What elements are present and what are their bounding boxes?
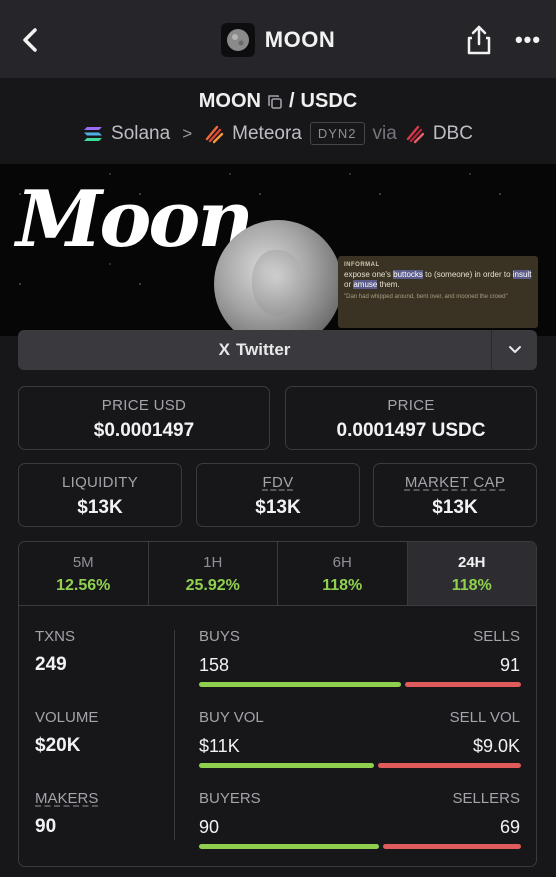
liquidity-value: $13K — [77, 497, 123, 518]
sellers-value: 69 — [499, 817, 520, 837]
fdv-card: FDV $13K — [196, 463, 360, 527]
x-logo-icon: X — [218, 340, 230, 359]
moon-token-icon — [226, 29, 249, 51]
dex-name[interactable]: Meteora — [232, 123, 302, 145]
launchpad-name[interactable]: DBC — [433, 123, 473, 145]
nav-title: MOON — [264, 27, 336, 52]
tab-5m[interactable]: 5M 12.56% — [19, 542, 149, 605]
sells-value: 91 — [499, 655, 520, 675]
definition-card: INFORMAL expose one's buttocks to (someo… — [338, 256, 538, 328]
buy-volume-bar — [199, 763, 375, 768]
sells-label: SELLS — [473, 628, 520, 645]
token-avatar — [220, 23, 255, 57]
market-cap-label[interactable]: MARKET CAP — [374, 474, 536, 491]
stats-divider — [174, 630, 175, 840]
solana-icon — [84, 126, 103, 141]
quote-token: USDC — [300, 90, 358, 112]
fdv-label[interactable]: FDV — [197, 474, 359, 491]
timeframe-label: 24H — [457, 554, 486, 571]
definition-text: expose one's buttocks to (someone) in or… — [344, 270, 532, 290]
timeframe-tabs: 5M 12.56% 1H 25.92% 6H 118% 24H 118% — [19, 542, 536, 606]
share-icon — [467, 25, 491, 55]
timeframe-change: 118% — [451, 577, 492, 594]
base-token: MOON — [198, 90, 261, 112]
social-links-bar: X Twitter — [18, 330, 537, 370]
chevron-down-icon — [508, 346, 521, 353]
via-label: via — [372, 122, 397, 144]
sellers-bar — [383, 844, 521, 849]
dbc-icon — [406, 125, 425, 143]
definition-part: them. — [377, 280, 400, 289]
volume-value: $20K — [35, 735, 81, 756]
definition-tag: INFORMAL — [344, 262, 380, 268]
sellers-label: SELLERS — [452, 790, 520, 807]
chain-info: Solana > Meteora DYN2 via DBC — [0, 122, 556, 145]
pair-header: MOON / USDC Solana > Meteora DYN2 via DB… — [0, 78, 556, 164]
liquidity-card: LIQUIDITY $13K — [18, 463, 182, 527]
liquidity-label: LIQUIDITY — [61, 474, 139, 491]
tab-24h[interactable]: 24H 118% — [407, 542, 536, 605]
more-links-dropdown[interactable] — [491, 330, 537, 370]
price-quote-card: PRICE 0.0001497 USDC — [285, 386, 537, 450]
sells-bar — [405, 682, 521, 687]
makers-label[interactable]: MAKERS — [35, 790, 98, 807]
more-options-button[interactable]: ••• — [510, 24, 546, 56]
pair-title: MOON / USDC — [0, 90, 556, 113]
makers-value: 90 — [35, 816, 57, 837]
transaction-stats: TXNS 249 BUYS SELLS 158 91 VOLUME $20K B… — [19, 606, 536, 866]
tab-1h[interactable]: 1H 25.92% — [149, 542, 278, 605]
timeframe-change: 118% — [322, 577, 363, 594]
price-value: 0.0001497 USDC — [336, 420, 486, 441]
market-cap-card: MARKET CAP $13K — [373, 463, 537, 527]
buyers-label: BUYERS — [199, 790, 261, 807]
definition-part: to (someone) in order to — [422, 270, 513, 279]
token-banner-image: Moon INFORMAL expose one's buttocks to (… — [0, 164, 556, 336]
txns-value: 249 — [35, 654, 67, 675]
price-usd-value: $0.0001497 — [93, 420, 195, 441]
volume-label: VOLUME — [35, 709, 99, 726]
copy-icon[interactable] — [267, 94, 283, 110]
pair-slash: / — [288, 90, 295, 112]
timeframe-change: 25.92% — [185, 577, 240, 594]
buys-label: BUYS — [199, 628, 240, 645]
definition-highlight: buttocks — [393, 270, 423, 279]
buyers-value: 90 — [199, 817, 220, 837]
timeframe-label: 5M — [72, 554, 94, 571]
definition-highlight: insult — [512, 270, 532, 279]
definition-part: or — [344, 280, 354, 289]
top-nav-bar: MOON ••• — [0, 0, 556, 78]
price-label: PRICE — [387, 397, 435, 414]
chain-name[interactable]: Solana — [111, 123, 170, 145]
sell-volume-bar — [378, 763, 521, 768]
dex-version-badge: DYN2 — [309, 122, 365, 145]
fdv-value: $13K — [255, 497, 301, 518]
timeframe-change: 12.56% — [56, 577, 111, 594]
meteora-icon — [205, 125, 224, 143]
definition-quote: "Dan had whipped around, bent over, and … — [344, 294, 508, 300]
sell-volume-label: SELL VOL — [449, 709, 520, 726]
trading-stats-panel: 5M 12.56% 1H 25.92% 6H 118% 24H 118% TXN… — [18, 541, 537, 867]
timeframe-label: 1H — [203, 554, 223, 571]
buys-bar — [199, 682, 402, 687]
twitter-label: Twitter — [235, 340, 291, 359]
twitter-button[interactable]: X Twitter — [18, 330, 491, 370]
share-button[interactable] — [462, 22, 496, 58]
market-cap-value: $13K — [432, 497, 478, 518]
definition-highlight: amuse — [353, 280, 378, 289]
price-usd-label: PRICE USD — [101, 397, 187, 414]
moon-illustration — [214, 220, 342, 336]
buy-volume-label: BUY VOL — [199, 709, 264, 726]
price-usd-card: PRICE USD $0.0001497 — [18, 386, 270, 450]
timeframe-label: 6H — [332, 554, 352, 571]
buyers-bar — [199, 844, 380, 849]
buy-volume-value: $11K — [199, 736, 240, 756]
sell-volume-value: $9.0K — [472, 736, 520, 756]
definition-part: expose one's — [344, 270, 394, 279]
txns-label: TXNS — [35, 628, 76, 645]
banner-title-word: Moon — [16, 174, 254, 265]
breadcrumb-separator: > — [182, 123, 193, 143]
tab-6h[interactable]: 6H 118% — [278, 542, 408, 605]
buys-value: 158 — [199, 655, 230, 675]
